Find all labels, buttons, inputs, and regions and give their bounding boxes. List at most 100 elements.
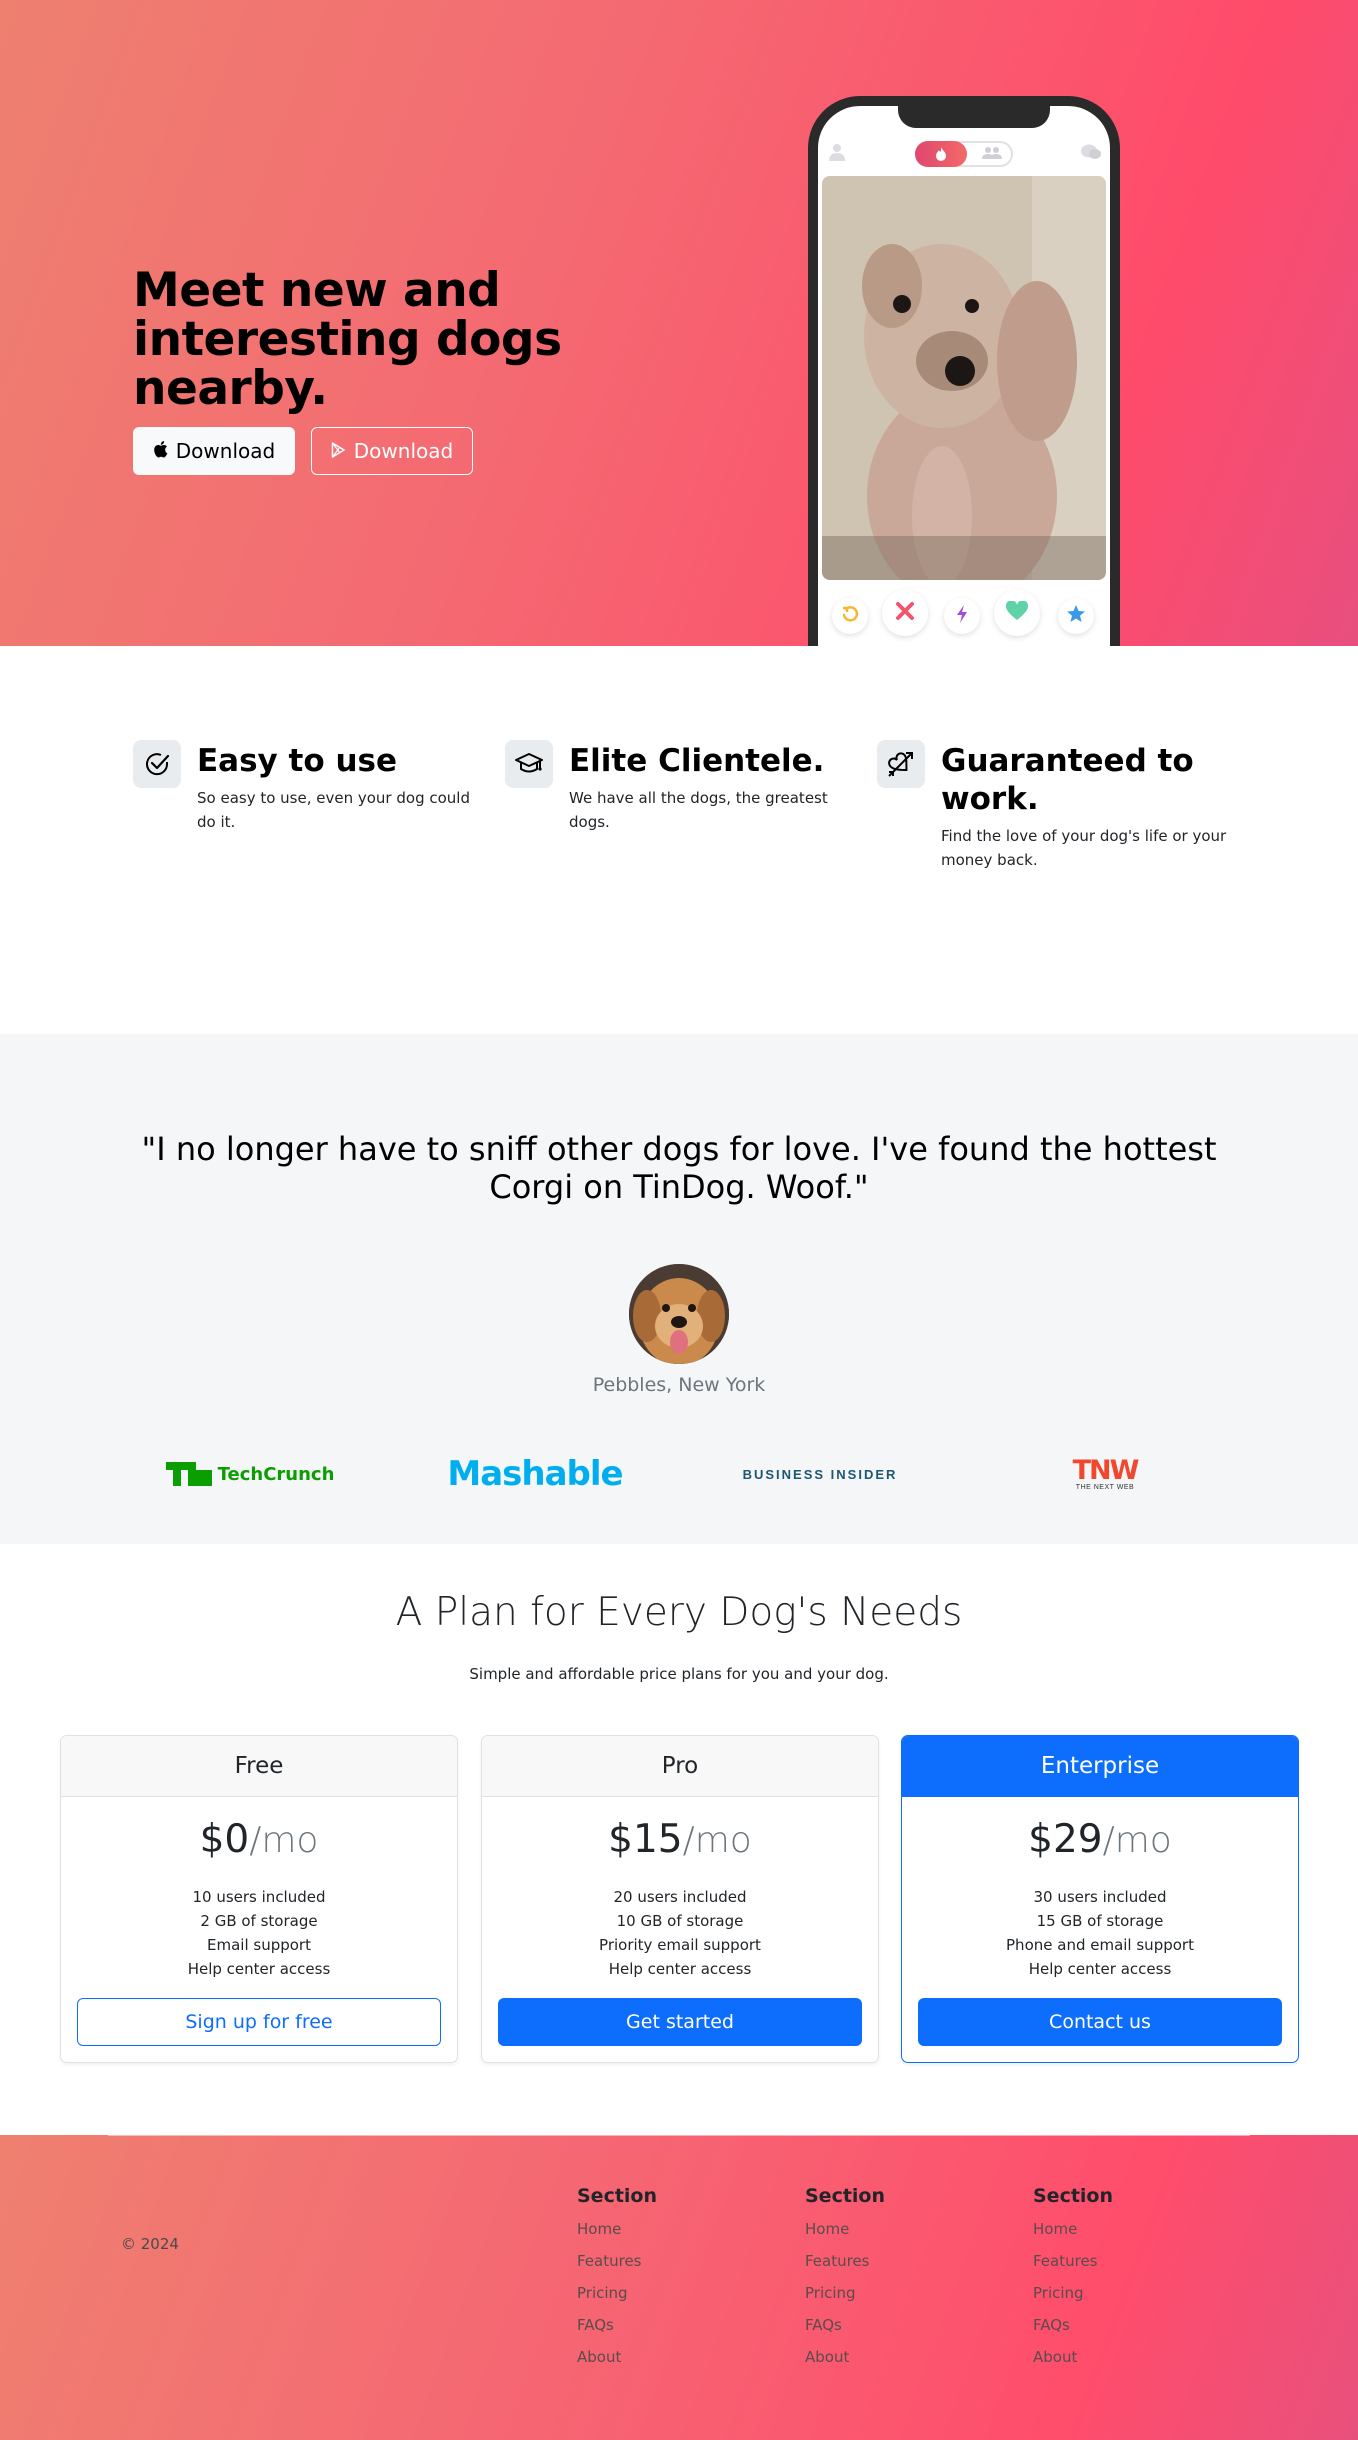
phone-notch (898, 106, 1050, 128)
testimonial-quote: "I no longer have to sniff other dogs fo… (141, 1130, 1217, 1206)
apple-icon (153, 439, 168, 463)
list-item: 15 GB of storage (1036, 1912, 1164, 1930)
footer-link-about[interactable]: About (805, 2341, 885, 2373)
get-started-button[interactable]: Get started (498, 1998, 862, 2046)
plan-price: $29/mo (1028, 1817, 1172, 1862)
mashable-logo: Mashable (447, 1454, 623, 1494)
list-item: 10 GB of storage (616, 1912, 744, 1930)
heart-arrow-icon (877, 740, 925, 788)
list-item: Email support (207, 1936, 311, 1954)
pricing-card-pro: Pro $15/mo 20 users included 10 GB of st… (481, 1735, 879, 2063)
apple-download-button[interactable]: Download (133, 427, 295, 475)
phone-screen (818, 106, 1110, 646)
list-item: Help center access (1028, 1960, 1172, 1978)
footer-column: Section Home Features Pricing FAQs About (805, 2185, 885, 2373)
footer: © 2024 Section Home Features Pricing FAQ… (0, 2135, 1358, 2440)
footer-link-about[interactable]: About (1033, 2341, 1113, 2373)
footer-link-features[interactable]: Features (805, 2245, 885, 2277)
techcrunch-logo: TechCrunch (160, 1452, 340, 1496)
footer-link-pricing[interactable]: Pricing (805, 2277, 885, 2309)
list-item: 30 users included (1033, 1888, 1167, 1906)
play-download-label: Download (353, 439, 454, 463)
footer-heading: Section (805, 2185, 886, 2207)
footer-link-about[interactable]: About (577, 2341, 657, 2373)
group-icon (981, 146, 1003, 163)
feature-text: We have all the dogs, the greatest dogs. (569, 789, 828, 831)
flame-icon (915, 141, 967, 167)
phone-mockup (808, 96, 1120, 646)
feature-text: So easy to use, even your dog could do i… (197, 789, 470, 831)
techcrunch-text: TechCrunch (217, 1463, 335, 1485)
footer-link-home[interactable]: Home (1033, 2213, 1113, 2245)
list-item: Phone and email support (1006, 1936, 1194, 1954)
play-store-download-button[interactable]: Download (311, 427, 473, 475)
list-item: 20 users included (613, 1888, 747, 1906)
heart-icon (1005, 600, 1029, 625)
feature-title: Guaranteed to work. (941, 743, 1194, 817)
plan-features: 30 users included 15 GB of storage Phone… (902, 1885, 1298, 1981)
plan-features: 10 users included 2 GB of storage Email … (61, 1885, 457, 1981)
footer-link-faqs[interactable]: FAQs (1033, 2309, 1113, 2341)
hero-section: Meet new and interesting dogs nearby. Do… (0, 0, 1358, 646)
copyright: © 2024 (121, 2235, 179, 2253)
mode-toggle (915, 141, 1013, 167)
testimonial-author: Pebbles, New York (592, 1374, 766, 1396)
sign-up-free-button[interactable]: Sign up for free (77, 1998, 441, 2046)
feature-title: Easy to use (197, 743, 398, 779)
list-item: 2 GB of storage (200, 1912, 318, 1930)
close-icon (895, 601, 915, 625)
plan-price: $0/mo (199, 1817, 319, 1862)
footer-link-home[interactable]: Home (577, 2213, 657, 2245)
footer-link-home[interactable]: Home (805, 2213, 885, 2245)
footer-link-features[interactable]: Features (577, 2245, 657, 2277)
lightning-icon (956, 605, 968, 627)
check-circle-icon (133, 740, 181, 788)
pricing-card-enterprise: Enterprise $29/mo 30 users included 15 G… (901, 1735, 1299, 2063)
apple-download-label: Download (175, 439, 276, 463)
footer-heading: Section (1033, 2185, 1114, 2207)
app-top-bar (818, 139, 1110, 167)
contact-us-button[interactable]: Contact us (918, 1998, 1282, 2046)
super-like-button[interactable] (1058, 598, 1094, 634)
list-item: Help center access (187, 1960, 331, 1978)
tnw-logo: TNW THE NEXT WEB (1072, 1454, 1140, 1491)
footer-link-pricing[interactable]: Pricing (1033, 2277, 1113, 2309)
testimonial-section: "I no longer have to sniff other dogs fo… (0, 1034, 1358, 1544)
plan-name: Enterprise (902, 1736, 1298, 1797)
chat-bubbles-icon (1080, 143, 1102, 161)
footer-link-faqs[interactable]: FAQs (805, 2309, 885, 2341)
plan-price: $15/mo (608, 1817, 752, 1862)
feature-title: Elite Clientele. (569, 743, 825, 779)
feature-text: Find the love of your dog's life or your… (941, 827, 1227, 869)
pricing-title: A Plan for Every Dog's Needs (395, 1590, 963, 1635)
plan-name: Pro (482, 1736, 878, 1797)
footer-heading: Section (577, 2185, 658, 2207)
nope-button[interactable] (882, 590, 928, 636)
profile-icon (828, 143, 846, 161)
rewind-icon (841, 605, 859, 627)
graduation-cap-icon (505, 740, 553, 788)
like-button[interactable] (994, 590, 1040, 636)
business-insider-logo: BUSINESS INSIDER (742, 1466, 898, 1482)
pricing-subtitle: Simple and affordable price plans for yo… (469, 1665, 889, 1683)
rewind-button[interactable] (832, 598, 868, 634)
list-item: 10 users included (192, 1888, 326, 1906)
star-icon (1067, 605, 1085, 627)
google-play-icon (331, 439, 346, 463)
footer-link-features[interactable]: Features (1033, 2245, 1113, 2277)
swipe-actions (818, 588, 1110, 638)
footer-link-faqs[interactable]: FAQs (577, 2309, 657, 2341)
plan-features: 20 users included 10 GB of storage Prior… (482, 1885, 878, 1981)
pricing-card-free: Free $0/mo 10 users included 2 GB of sto… (60, 1735, 458, 2063)
footer-divider (108, 2135, 1250, 2136)
footer-column: Section Home Features Pricing FAQs About (577, 2185, 657, 2373)
plan-name: Free (61, 1736, 457, 1797)
list-item: Help center access (608, 1960, 752, 1978)
boost-button[interactable] (944, 598, 980, 634)
hero-title: Meet new and interesting dogs nearby. (133, 263, 562, 416)
list-item: Priority email support (599, 1936, 761, 1954)
footer-column: Section Home Features Pricing FAQs About (1033, 2185, 1113, 2373)
avatar (629, 1264, 729, 1364)
footer-link-pricing[interactable]: Pricing (577, 2277, 657, 2309)
dog-profile-photo (822, 176, 1106, 580)
